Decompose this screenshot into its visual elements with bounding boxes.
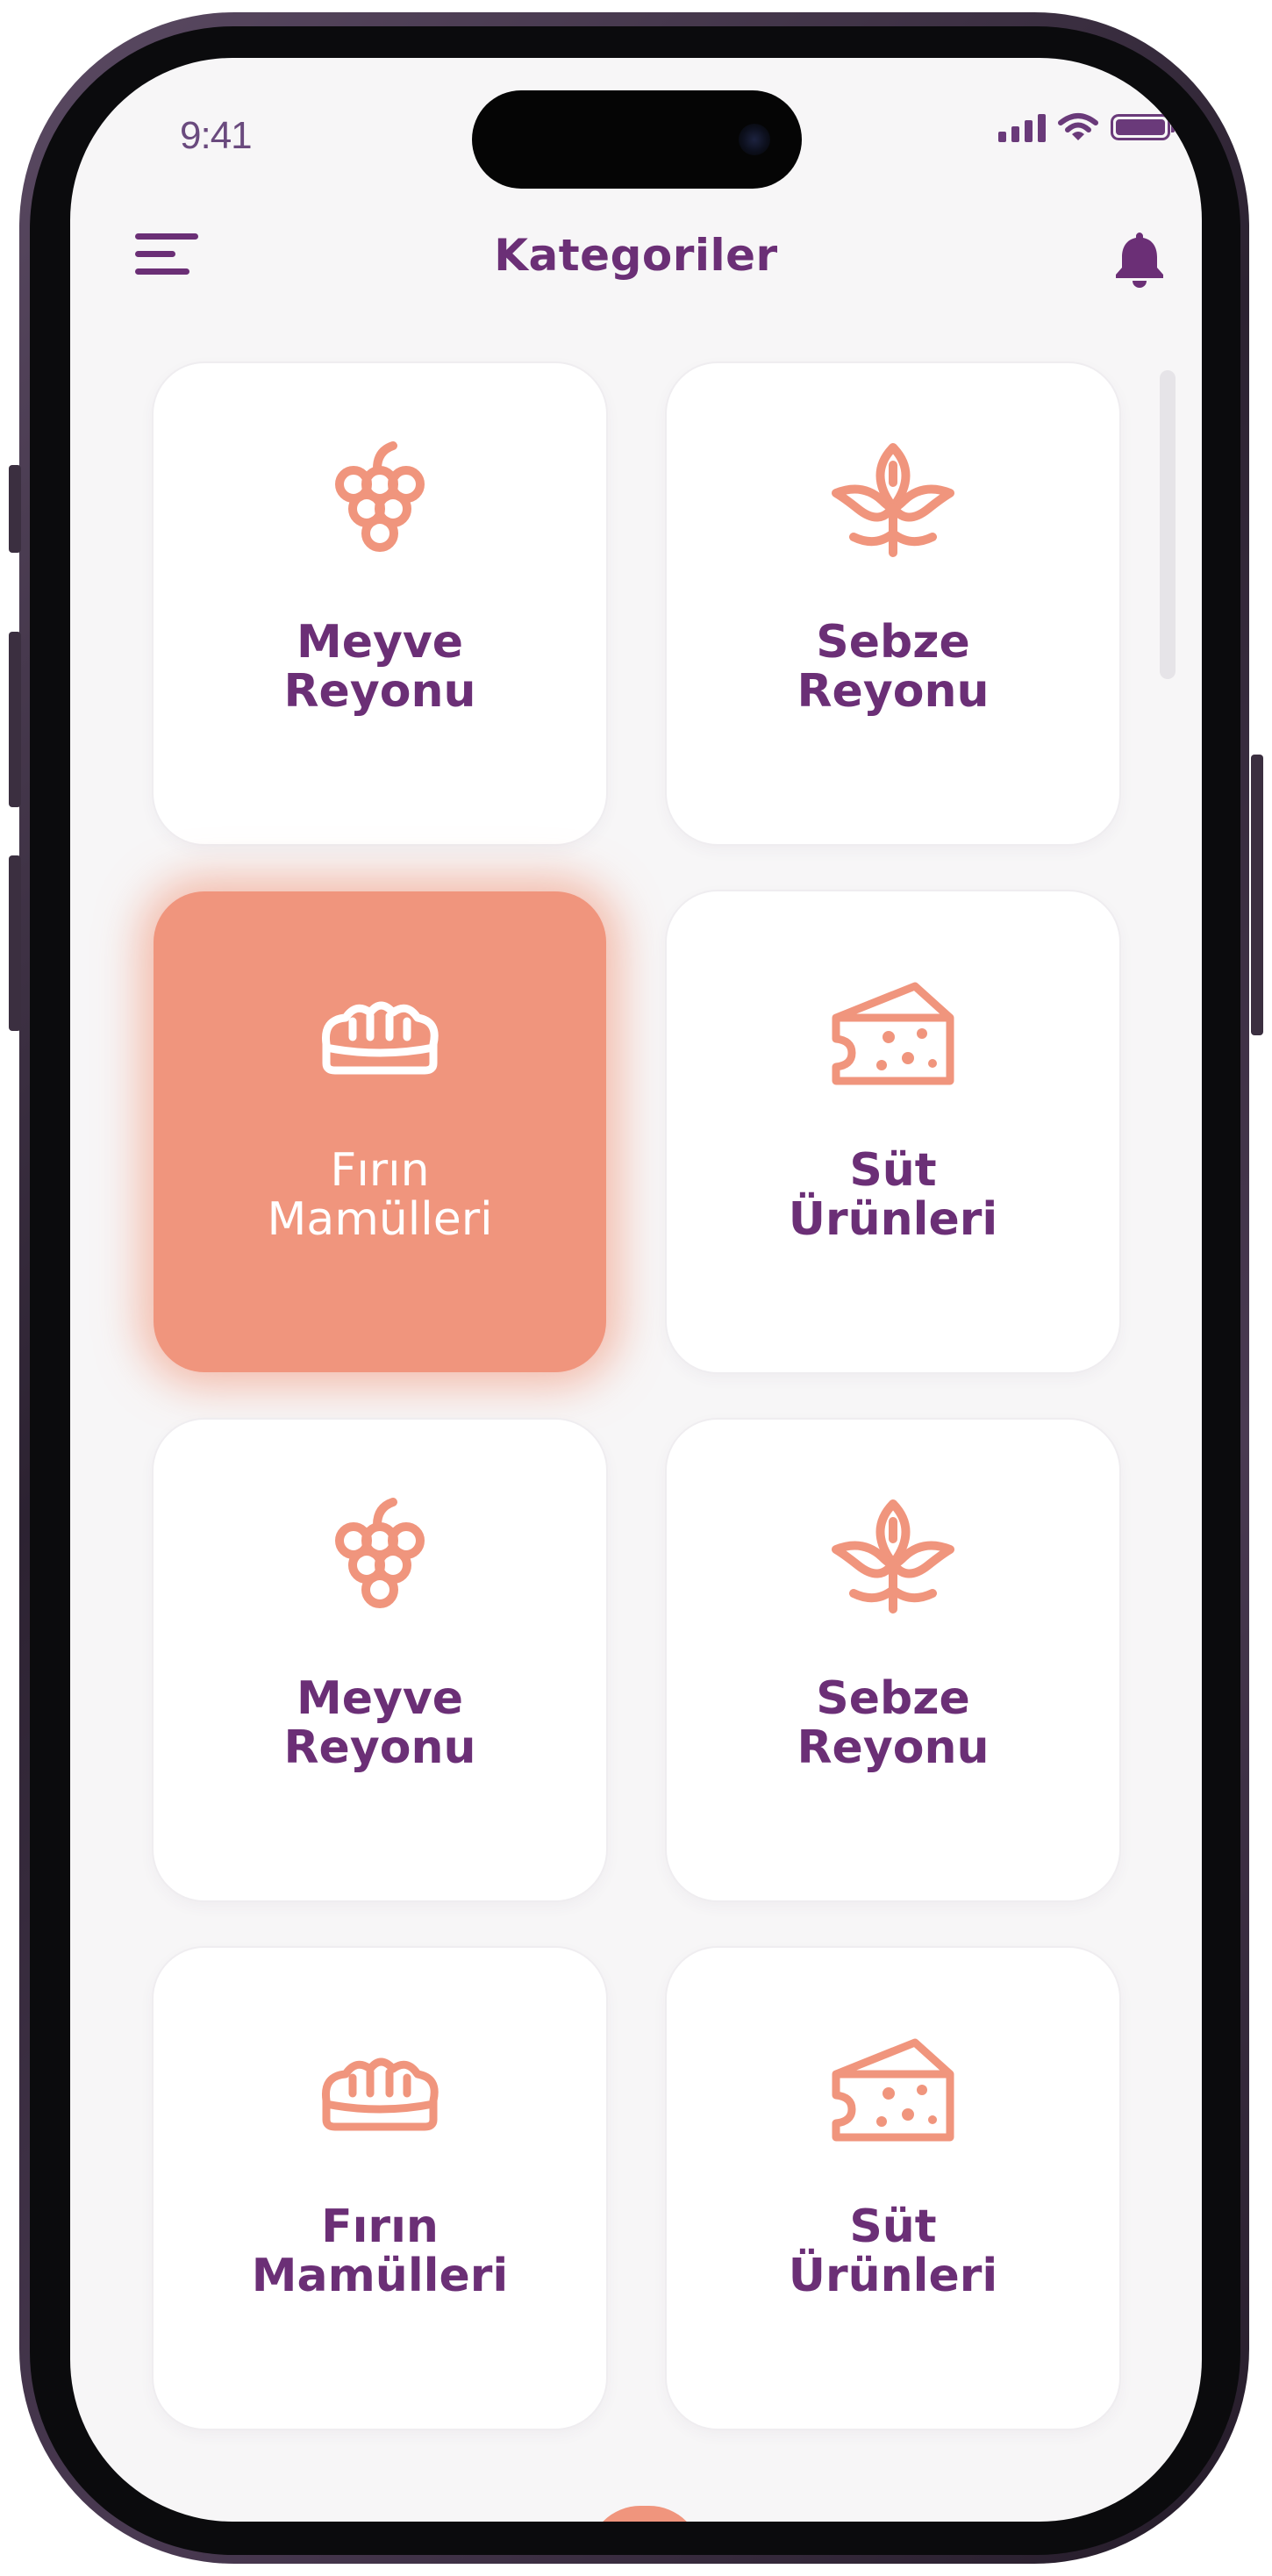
cheese-icon [832, 982, 954, 1085]
category-label: Süt Ürünleri [788, 1144, 998, 1246]
dynamic-island [472, 90, 802, 189]
category-label: Sebze Reyonu [797, 1672, 990, 1774]
power-button [1251, 755, 1263, 1035]
category-label: Meyve Reyonu [283, 616, 476, 718]
wifi-icon [1058, 113, 1098, 140]
category-card[interactable]: Sebze Reyonu [667, 363, 1119, 844]
floating-action-button[interactable] [588, 2506, 702, 2522]
category-card[interactable]: Fırın Mamülleri [154, 1948, 606, 2429]
category-card[interactable]: Süt Ürünleri [667, 891, 1119, 1372]
category-label: Fırın Mamülleri [251, 2200, 509, 2302]
sprout-icon [832, 443, 954, 557]
signal-icon [998, 112, 1046, 142]
volume-down-button [9, 855, 21, 1031]
category-label: Meyve Reyonu [283, 1672, 476, 1774]
category-label: Süt Ürünleri [788, 2200, 998, 2302]
category-card[interactable]: Meyve Reyonu [154, 363, 606, 844]
grapes-icon [335, 441, 425, 552]
bread-icon [321, 1001, 439, 1075]
category-card[interactable]: Meyve Reyonu [154, 1420, 606, 1900]
app-screen: 9:41 Kategoriler Meyve Reyonu Sebze Reyo… [70, 58, 1202, 2522]
volume-up-button [9, 632, 21, 807]
category-card[interactable]: Süt Ürünleri [667, 1948, 1119, 2429]
scrollbar[interactable] [1160, 370, 1176, 679]
camera-icon [739, 124, 770, 155]
bell-icon[interactable] [1111, 229, 1168, 289]
battery-icon [1111, 114, 1175, 140]
category-label: Sebze Reyonu [797, 616, 990, 718]
cheese-icon [832, 2038, 954, 2142]
status-time: 9:41 [180, 114, 253, 157]
category-label: Fırın Mamülleri [267, 1144, 493, 1246]
grapes-icon [335, 1498, 425, 1608]
status-icons [998, 112, 1175, 142]
bread-icon [321, 2057, 439, 2131]
page-title: Kategoriler [494, 230, 778, 281]
silent-switch [9, 465, 21, 553]
category-card-active[interactable]: Fırın Mamülleri [154, 891, 606, 1372]
category-card[interactable]: Sebze Reyonu [667, 1420, 1119, 1900]
sprout-icon [832, 1499, 954, 1614]
